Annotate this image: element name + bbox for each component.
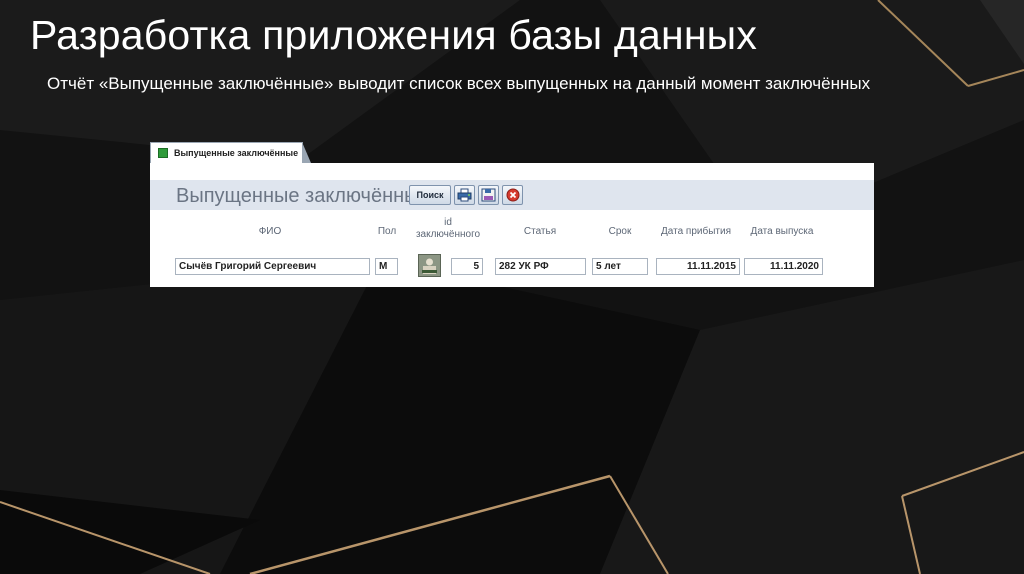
form-icon (158, 148, 168, 158)
document-tab[interactable]: Выпущенные заключённые (150, 142, 311, 163)
column-header-arrival: Дата прибытия (661, 226, 731, 237)
save-icon (481, 188, 496, 202)
form-caption: Выпущенные заключённые (176, 185, 430, 207)
search-button[interactable]: Поиск (409, 185, 451, 205)
column-header-article: Статья (523, 226, 557, 237)
column-header-id: id заключённого (406, 217, 490, 241)
column-header-id-line2: заключённого (415, 229, 481, 240)
prisoner-photo (418, 254, 441, 277)
term-field[interactable]: 5 лет (592, 258, 648, 275)
released-prisoners-form: Выпущенные заключённые Поиск ФИО Пол id … (150, 163, 874, 287)
form-header: Выпущенные заключённые Поиск (150, 180, 874, 210)
printer-icon (457, 188, 472, 202)
save-button[interactable] (478, 185, 499, 205)
gender-field[interactable]: М (375, 258, 398, 275)
column-header-fio: ФИО (258, 226, 282, 237)
slide-subtitle: Отчёт «Выпущенные заключённые» выводит с… (47, 74, 871, 93)
article-field[interactable]: 282 УК РФ (495, 258, 586, 275)
close-button[interactable] (502, 185, 523, 205)
arrival-date-field[interactable]: 11.11.2015 (656, 258, 740, 275)
slide-title: Разработка приложения базы данных (30, 12, 758, 58)
close-icon (506, 188, 519, 202)
fio-field[interactable]: Сычёв Григорий Сергеевич (175, 258, 370, 275)
photo-image-icon (419, 255, 440, 276)
column-header-gender: Пол (377, 226, 397, 237)
print-button[interactable] (454, 185, 475, 205)
column-header-term: Срок (608, 226, 632, 237)
release-date-field[interactable]: 11.11.2020 (744, 258, 823, 275)
column-header-release: Дата выпуска (750, 226, 814, 237)
document-tab-label: Выпущенные заключённые (174, 148, 299, 158)
column-header-id-line1: id (444, 217, 452, 228)
prisoner-id-field[interactable]: 5 (451, 258, 483, 275)
